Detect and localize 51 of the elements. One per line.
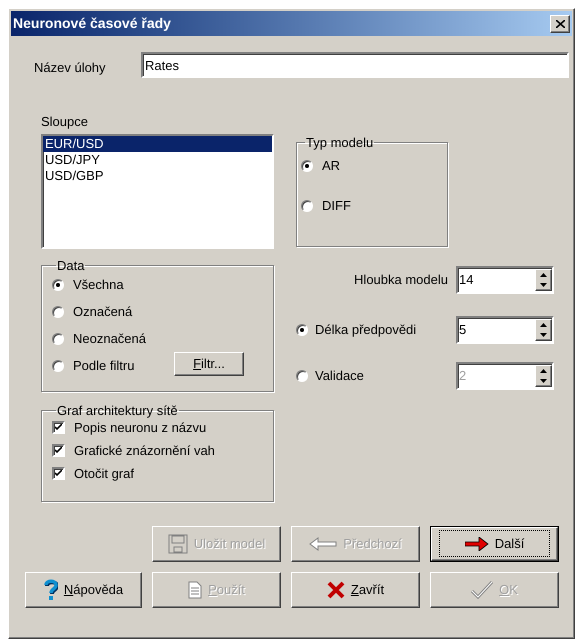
list-item[interactable]: USD/GBP [43, 168, 272, 184]
document-icon [188, 580, 202, 598]
checkbox[interactable] [52, 467, 65, 480]
question-mark-icon [44, 578, 58, 600]
list-item[interactable]: USD/JPY [43, 152, 272, 168]
close-button[interactable] [550, 14, 570, 32]
checkbox[interactable] [52, 421, 65, 434]
columns-label: Sloupce [41, 113, 88, 131]
radio-label: Označená [73, 302, 134, 321]
task-name-field[interactable]: Rates [141, 52, 569, 78]
checkmark-icon [55, 447, 62, 454]
checkbox-label: Otočit graf [74, 464, 134, 483]
checkmark-icon [55, 470, 62, 477]
radio-button[interactable] [301, 160, 313, 172]
checkbox-label: Popis neuronu z názvu [74, 418, 206, 437]
close-icon [556, 20, 564, 28]
left-arrow-icon [309, 536, 338, 550]
help-button[interactable]: Nápověda [25, 572, 142, 608]
model-depth-label: Hloubka modelu [354, 270, 448, 289]
radio-button[interactable] [52, 332, 64, 344]
spin-field[interactable]: 5 [456, 316, 554, 344]
x-icon [326, 580, 345, 598]
right-arrow-icon [464, 536, 489, 550]
task-name-label: Název úlohy [34, 58, 107, 77]
radio-label: AR [322, 156, 340, 175]
list-item[interactable]: EUR/USD [43, 136, 272, 152]
checkmark-icon [471, 580, 494, 598]
close-button[interactable]: Zavřít [291, 572, 420, 608]
radio-button[interactable] [52, 360, 64, 372]
validation-label: Validace [315, 366, 365, 385]
group-title: Data [56, 258, 86, 272]
spin-field[interactable]: 14 [456, 266, 554, 294]
next-button[interactable]: Další [430, 526, 559, 562]
checkbox[interactable] [52, 444, 65, 457]
filter-button[interactable]: Filtr... [174, 352, 244, 376]
window-title: Neuronové časové řady [13, 14, 171, 33]
spin-arrows-icon[interactable] [535, 318, 552, 340]
checkmark-icon [55, 424, 62, 431]
checkbox-label: Grafické znázornění vah [74, 442, 215, 460]
spin-arrows-icon[interactable] [535, 268, 552, 290]
radio-button[interactable] [296, 324, 308, 336]
group-title: Typ modelu [305, 136, 374, 150]
radio-label: DIFF [322, 196, 351, 215]
group-title: Graf architektury sítě [56, 404, 179, 418]
radio-label: Podle filtru [73, 356, 136, 375]
radio-label: Všechna [73, 276, 125, 294]
radio-button[interactable] [52, 278, 64, 290]
radio-label: Neoznačená [73, 330, 147, 348]
radio-button[interactable] [52, 306, 64, 318]
radio-button[interactable] [301, 200, 313, 212]
forecast-length-label: Délka předpovědi [315, 320, 418, 339]
